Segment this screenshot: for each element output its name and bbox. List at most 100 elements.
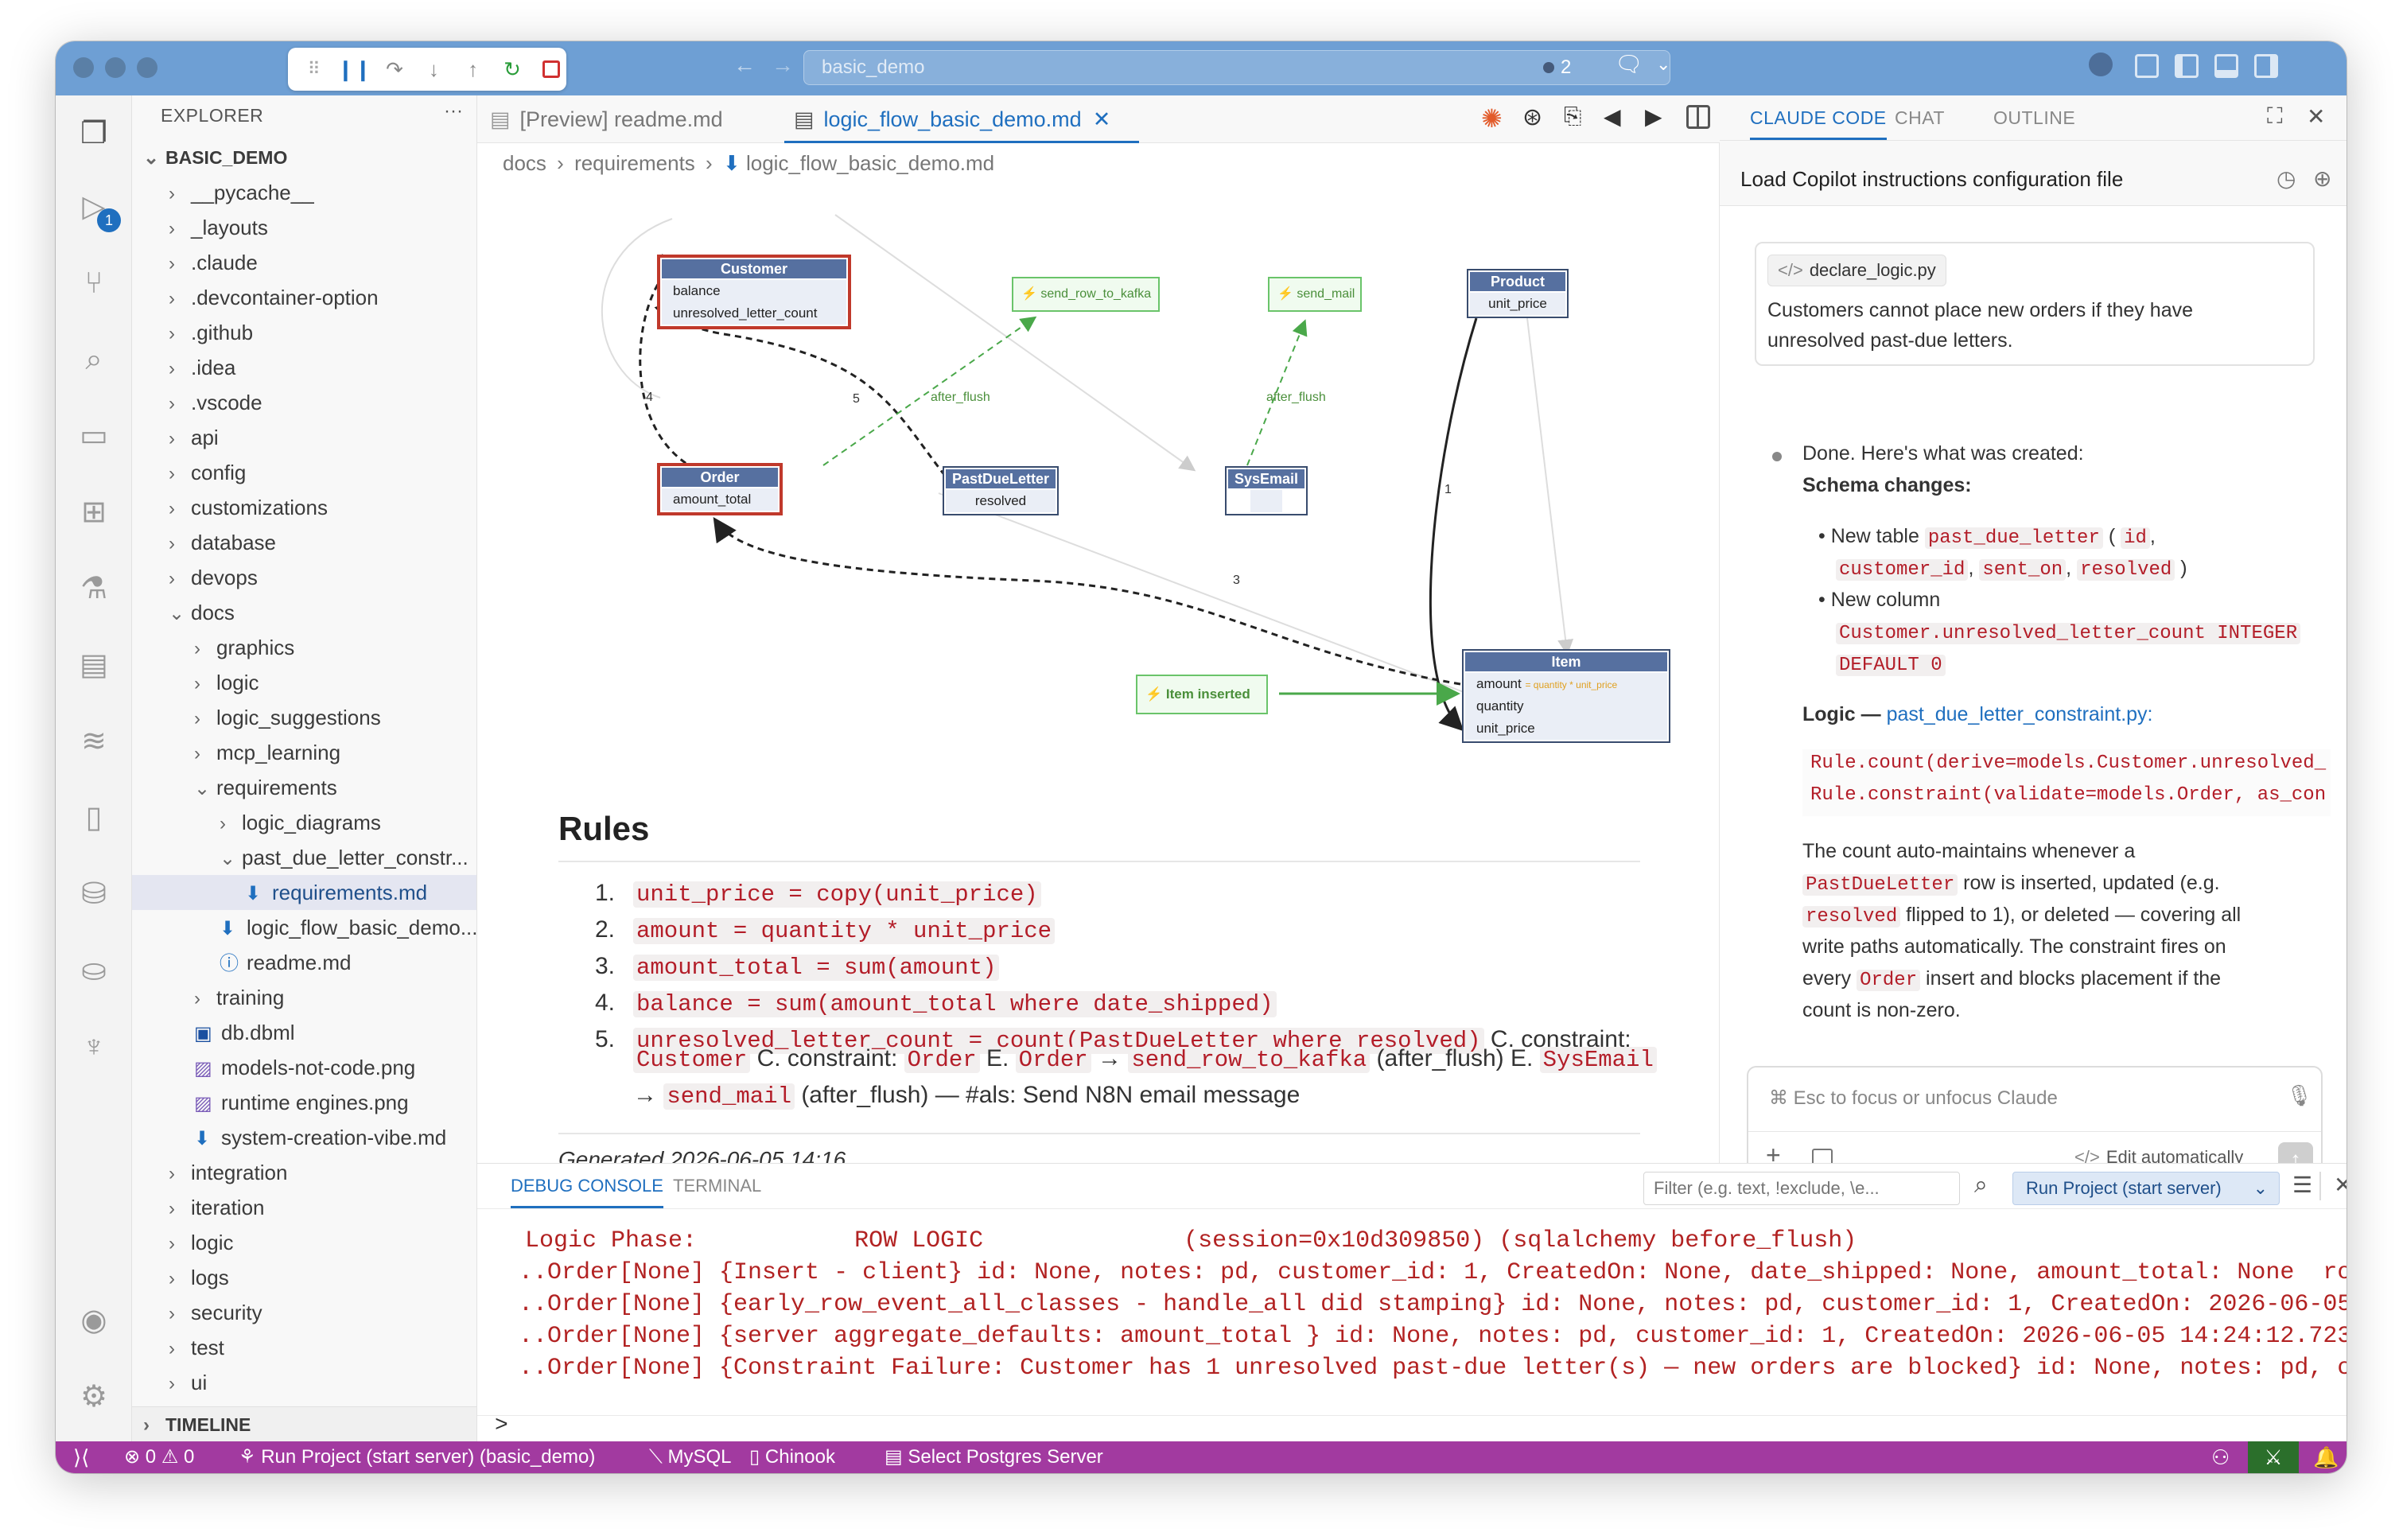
node-order[interactable]: Order amount_total <box>657 463 783 515</box>
tree-item[interactable]: › logic <box>132 665 476 700</box>
tree-item[interactable]: ⓘ readme.md <box>132 945 476 980</box>
tree-item[interactable]: › .github <box>132 315 476 350</box>
tree-item[interactable]: › logic <box>132 1225 476 1260</box>
tree-item[interactable]: ⌄ past_due_letter_constr... <box>132 840 476 875</box>
close-panel-icon[interactable]: ✕ <box>2334 1172 2347 1198</box>
tree-item[interactable]: ▨ models-not-code.png <box>132 1050 476 1085</box>
previous-change-icon[interactable]: ◀ <box>1604 103 1621 130</box>
tab-claude-code[interactable]: CLAUDE CODE <box>1750 95 1887 140</box>
toggle-sidebar-icon[interactable] <box>2175 54 2199 78</box>
chinook-status[interactable]: ▯ Chinook <box>749 1441 835 1473</box>
node-customer[interactable]: Customer balance unresolved_letter_count <box>657 255 851 329</box>
console-filter-input[interactable] <box>1643 1172 1960 1205</box>
claude-icon[interactable]: ✺ <box>1481 103 1503 134</box>
nav-forward-icon[interactable]: → <box>772 52 794 78</box>
sqltools-icon[interactable]: ⛀ <box>75 951 113 990</box>
tree-item[interactable]: ⬇ requirements.md <box>132 875 476 910</box>
command-center[interactable]: basic_demo <box>803 50 1670 85</box>
tree-item[interactable]: › .claude <box>132 245 476 280</box>
tab-outline[interactable]: OUTLINE <box>1993 95 2075 140</box>
toggle-secondary-sidebar-icon[interactable] <box>2254 54 2278 78</box>
chat-icon[interactable]: 🗨 <box>1615 51 1643 77</box>
tree-item[interactable]: › integration <box>132 1155 476 1190</box>
tree-item[interactable]: › config <box>132 455 476 490</box>
docker-icon[interactable]: ⛁ <box>75 875 113 913</box>
microphone-icon[interactable]: 🎙 <box>2286 1083 2312 1108</box>
tree-item[interactable]: › logic_diagrams <box>132 805 476 840</box>
database-explorer-icon[interactable]: ▤ <box>75 646 113 684</box>
python-icon[interactable]: ♆ <box>75 1028 113 1066</box>
postgres-status[interactable]: ▤ Select Postgres Server <box>885 1441 1103 1473</box>
tree-item[interactable]: › security <box>132 1295 476 1330</box>
accounts-icon[interactable] <box>2089 52 2113 76</box>
new-session-icon[interactable]: ⊕ <box>2313 165 2331 192</box>
remote-explorer-icon[interactable]: ▭ <box>75 417 113 455</box>
source-control-icon[interactable]: ⑂ <box>75 264 113 302</box>
tree-item[interactable]: › _layouts <box>132 210 476 245</box>
tree-item[interactable]: › mcp_learning <box>132 735 476 770</box>
nav-back-icon[interactable]: ← <box>733 52 756 78</box>
step-out-icon[interactable]: ↑ <box>458 53 488 85</box>
layers-icon[interactable]: ≋ <box>75 722 113 760</box>
tree-item[interactable]: ⬇ system-creation-vibe.md <box>132 1120 476 1155</box>
chevron-down-icon[interactable]: ⌄ <box>1656 54 1670 75</box>
tree-item[interactable]: › logic_suggestions <box>132 700 476 735</box>
extensions-icon[interactable]: ⊞ <box>75 493 113 531</box>
search-icon[interactable]: ⌕ <box>75 340 113 379</box>
file-chip[interactable]: </> declare_logic.py <box>1767 255 1946 286</box>
zoom-window-button[interactable] <box>137 57 157 78</box>
node-product[interactable]: Product unit_price <box>1467 269 1569 318</box>
tree-item[interactable]: › .idea <box>132 350 476 385</box>
run-project-status[interactable]: ⚘ Run Project (start server) (basic_demo… <box>239 1441 595 1473</box>
minimize-window-button[interactable] <box>105 57 126 78</box>
tree-item[interactable]: ⌄ requirements <box>132 770 476 805</box>
close-tab-icon[interactable]: ✕ <box>1093 107 1111 131</box>
logic-file-link[interactable]: past_due_letter_constraint.py: <box>1887 703 2153 725</box>
node-send-mail[interactable]: ⚡ send_mail <box>1268 277 1362 312</box>
timeline-section[interactable]: › TIMELINE <box>132 1406 476 1441</box>
tree-item[interactable]: › __pycache__ <box>132 175 476 210</box>
restart-icon[interactable]: ↻ <box>497 53 527 85</box>
tree-item[interactable]: ▨ runtime engines.png <box>132 1085 476 1120</box>
tab-terminal[interactable]: TERMINAL <box>673 1164 761 1208</box>
explorer-more-button[interactable]: ··· <box>444 100 463 122</box>
notifications-icon[interactable]: 🔔 <box>2313 1441 2339 1473</box>
node-sysemail[interactable]: SysEmail <box>1225 466 1308 515</box>
clear-console-icon[interactable]: ☰ <box>2292 1172 2312 1198</box>
tree-item[interactable]: › .devcontainer-option <box>132 280 476 315</box>
tree-item[interactable]: ⌄ docs <box>132 595 476 630</box>
tab-readme-preview[interactable]: ▤ [Preview] readme.md <box>490 95 776 143</box>
tree-item[interactable]: › api <box>132 420 476 455</box>
stop-icon[interactable] <box>537 53 566 85</box>
run-debug-icon[interactable]: ▷ 1 <box>75 188 121 232</box>
history-icon[interactable]: ◷ <box>2277 165 2296 192</box>
next-change-icon[interactable]: ▶ <box>1645 103 1662 130</box>
settings-gear-icon[interactable]: ⚙ <box>75 1378 113 1416</box>
mysql-status[interactable]: ⟍ MySQL <box>649 1441 732 1473</box>
tree-item[interactable]: › database <box>132 525 476 560</box>
console-prompt[interactable]: > <box>495 1414 508 1438</box>
openai-icon[interactable]: ⊛ <box>1522 103 1542 131</box>
tab-debug-console[interactable]: DEBUG CONSOLE <box>511 1164 663 1208</box>
run-config-select[interactable]: Run Project (start server) ⌄ <box>2012 1172 2280 1205</box>
extension-status-icon[interactable]: ⚔ <box>2248 1441 2299 1473</box>
testing-icon[interactable]: ⚗ <box>75 570 113 608</box>
tab-chat[interactable]: CHAT <box>1895 95 1945 140</box>
customize-layout-icon[interactable] <box>2135 54 2159 78</box>
tree-item[interactable]: › ui <box>132 1365 476 1400</box>
close-panel-icon[interactable]: ✕ <box>2307 103 2325 130</box>
remote-indicator-icon[interactable]: ⟩⟨ <box>73 1441 89 1473</box>
split-editor-icon[interactable] <box>1686 105 1710 129</box>
account-icon[interactable]: ◉ <box>75 1301 113 1340</box>
tree-item[interactable]: › iteration <box>132 1190 476 1225</box>
problems-indicator[interactable]: ⊗ 0 ⚠ 0 <box>124 1441 194 1473</box>
toggle-panel-icon[interactable] <box>2214 54 2238 78</box>
workspace-root[interactable]: ⌄ BASIC_DEMO <box>132 140 476 175</box>
changes-badge[interactable]: 2 <box>1543 52 1571 83</box>
close-window-button[interactable] <box>73 57 94 78</box>
copilot-icon[interactable]: ⚇ <box>2211 1441 2230 1473</box>
node-pastdueletter[interactable]: PastDueLetter resolved <box>943 466 1059 515</box>
step-over-icon[interactable]: ↷ <box>379 53 409 85</box>
search-icon[interactable]: ⌕ <box>1974 1172 1988 1199</box>
node-item[interactable]: Item amount = quantity * unit_price quan… <box>1462 649 1670 743</box>
